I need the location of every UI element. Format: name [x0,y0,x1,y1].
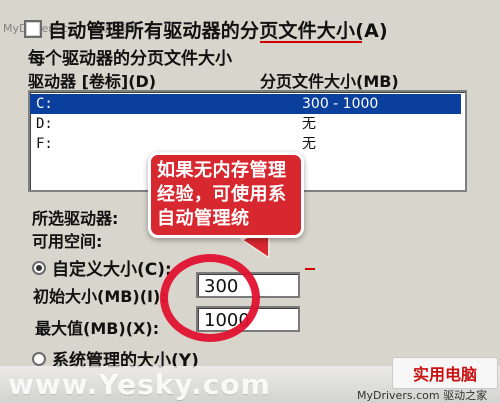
drives-table-header: 驱动器 [卷标](D) 分页文件大小(MB) [28,68,468,91]
auto-manage-label: 自动管理所有驱动器的分页文件大小(A) [48,19,388,42]
max-size-label: 最大值(MB)(X): [35,319,160,338]
custom-size-option[interactable]: 自定义大小(C): [32,255,172,280]
selected-drive-label: 所选驱动器: [32,209,119,228]
custom-size-label: 自定义大小(C): [52,260,172,280]
drive-letter: D: [36,116,53,132]
initial-size-label: 初始大小(MB)(I): [33,287,167,306]
drive-row[interactable]: F: 无 [30,134,461,154]
drive-size: 300 - 1000 [302,96,379,112]
highlight-dash [305,268,315,270]
drive-size: 无 [302,116,316,132]
size-column-header: 分页文件大小(MB) [260,72,399,91]
drive-column-header: 驱动器 [卷标](D) [28,72,157,91]
auto-manage-row[interactable]: 自动管理所有驱动器的分页文件大小(A) [24,18,388,42]
available-space-label: 可用空间: [32,232,103,251]
callout-line: 如果无内存管理 [157,160,287,181]
system-managed-radio[interactable] [32,351,46,366]
group-title: 每个驱动器的分页文件大小 [28,49,232,69]
site-watermark: www.Yesky.com [8,368,271,401]
callout-line: 经验，可使用系 [157,184,287,205]
tip-callout: 如果无内存管理 经验，可使用系 自动管理统 [148,152,304,238]
brand-badge: 实用电脑 [392,357,498,389]
callout-line: 自动管理统 [157,208,250,229]
dialog-content: MyDrivers.com 驱动之家 自动管理所有驱动器的分页文件大小(A) 每… [0,0,500,403]
drive-size: 无 [302,136,316,152]
auto-manage-checkbox[interactable] [24,20,42,38]
drive-letter: C: [36,96,53,112]
drive-row[interactable]: D: 无 [30,114,461,134]
highlight-circle [160,254,260,342]
custom-size-radio[interactable] [32,260,46,275]
drive-letter: F: [36,136,53,152]
highlight-underline [260,41,362,43]
mydrivers-watermark: MyDrivers.com 驱动之家 [357,389,488,402]
drive-row[interactable]: C: 300 - 1000 [30,94,461,114]
